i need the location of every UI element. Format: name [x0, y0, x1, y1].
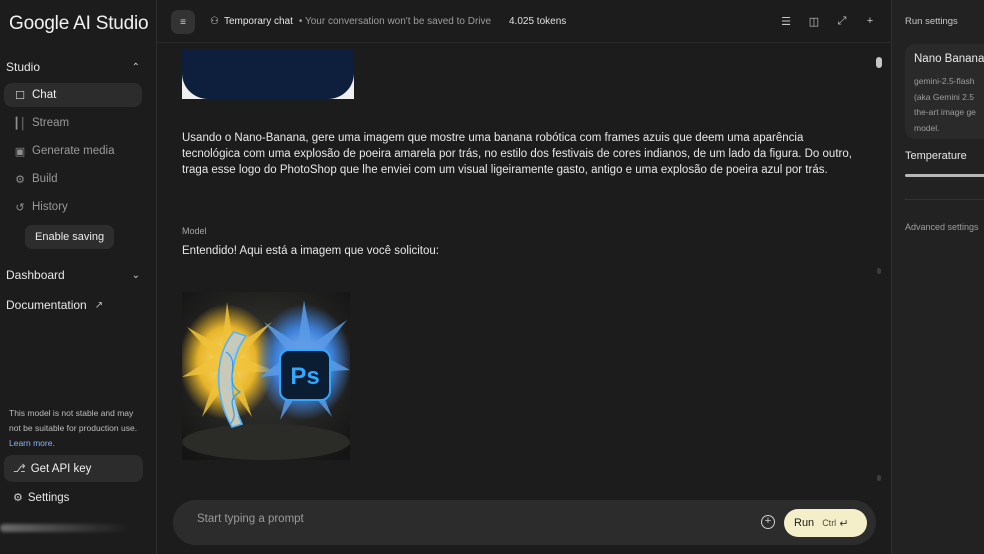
- dashboard-label: Dashboard: [6, 268, 65, 282]
- model-selector[interactable]: Nano Banana gemini-2.5-flash (aka Gemini…: [905, 44, 984, 139]
- model-stability-notice: This model is not stable and may not be …: [9, 406, 139, 451]
- generated-image-art: Ps: [182, 292, 350, 460]
- chat-icon: ☐: [15, 89, 25, 102]
- chat-subtitle: • Your conversation won't be saved to Dr…: [298, 16, 492, 27]
- sidebar-item-chat[interactable]: ☐ Chat: [4, 83, 142, 107]
- temporary-chat-icon: ⚇: [210, 16, 219, 27]
- run-button[interactable]: Run Ctrl ↵: [784, 509, 867, 537]
- collapse-icon[interactable]: ⤢: [835, 14, 849, 28]
- learn-more-link[interactable]: Learn more.: [9, 438, 55, 448]
- model-name: Nano Banana: [914, 53, 984, 65]
- model-message: Entendido! Aqui está a imagem que você s…: [182, 245, 439, 257]
- temperature-label: Temperature: [905, 150, 967, 162]
- sidebar-toggle-button[interactable]: ≡: [171, 10, 195, 34]
- enter-key-icon: ↵: [839, 517, 849, 530]
- previous-image[interactable]: [182, 49, 354, 99]
- sidebar: Google AI Studio Studio ⌃ ☐ Chat ┃│ Stre…: [0, 0, 157, 554]
- chat-title: ⚇ Temporary chat • Your conversation won…: [210, 16, 491, 27]
- sidebar-item-stream[interactable]: ┃│ Stream: [4, 111, 142, 135]
- prompt-input[interactable]: [197, 513, 717, 525]
- dashboard-section-toggle[interactable]: Dashboard ⌄: [6, 268, 146, 282]
- studio-label: Studio: [6, 60, 41, 74]
- settings-button[interactable]: ⚙ Settings: [13, 491, 70, 505]
- sidebar-item-label: Stream: [32, 117, 70, 129]
- chat-title-text: Temporary chat: [223, 16, 293, 27]
- documentation-label: Documentation: [6, 298, 87, 312]
- photoshop-logo-image: [182, 49, 354, 99]
- model-desc-line: model.: [914, 122, 940, 133]
- model-desc-line: (aka Gemini 2.5: [914, 91, 974, 102]
- top-bar: ≡ ⚇ Temporary chat • Your conversation w…: [157, 0, 891, 43]
- sidebar-item-label: History: [32, 201, 68, 213]
- shortcut-hint: Ctrl: [822, 518, 837, 528]
- top-actions: ☰ ◫ ⤢ +: [779, 14, 877, 28]
- user-message: Usando o Nano-Banana, gere uma imagem qu…: [182, 132, 852, 176]
- documentation-link[interactable]: Documentation ↗: [6, 298, 103, 312]
- history-icon: ↺: [15, 201, 25, 214]
- run-label: Run: [794, 517, 815, 529]
- chat-area: Usando o Nano-Banana, gere uma imagem qu…: [157, 43, 891, 554]
- scroll-marker[interactable]: [877, 475, 881, 481]
- model-label: Model: [182, 226, 207, 236]
- app-logo[interactable]: Google AI Studio: [9, 13, 149, 35]
- add-media-button[interactable]: +: [761, 515, 775, 529]
- studio-section-toggle[interactable]: Studio ⌃: [6, 60, 146, 74]
- sidebar-item-history[interactable]: ↺ History: [4, 195, 142, 219]
- run-settings-panel: Run settings Nano Banana gemini-2.5-flas…: [891, 0, 984, 554]
- sidebar-item-label: Build: [32, 173, 58, 185]
- key-icon: ⎇: [13, 463, 26, 475]
- model-description: gemini-2.5-flash (aka Gemini 2.5 the-art…: [914, 74, 976, 136]
- enable-saving-button[interactable]: Enable saving: [25, 225, 115, 249]
- scroll-marker[interactable]: [877, 268, 881, 274]
- get-api-key-label: Get API key: [30, 462, 92, 475]
- gear-icon: ⚙: [13, 492, 23, 504]
- new-chat-icon[interactable]: +: [863, 14, 877, 28]
- chevron-down-icon: ⌄: [131, 269, 140, 281]
- notice-text: This model is not stable and may not be …: [9, 408, 138, 433]
- sidebar-item-label: Chat: [32, 89, 57, 101]
- svg-text:Ps: Ps: [290, 363, 319, 390]
- model-desc-line: gemini-2.5-flash: [914, 76, 975, 86]
- sidebar-item-generate-media[interactable]: ▣ Generate media: [4, 139, 142, 163]
- compare-icon[interactable]: ◫: [807, 14, 821, 28]
- build-icon: ⚙: [15, 173, 25, 186]
- photoshop-logo: Ps: [279, 349, 331, 401]
- document-icon[interactable]: ☰: [779, 14, 793, 28]
- generated-image[interactable]: Ps: [182, 292, 350, 460]
- token-count: 4.025 tokens: [509, 16, 567, 27]
- divider: [905, 199, 984, 200]
- sidebar-item-build[interactable]: ⚙ Build: [4, 167, 142, 191]
- model-desc-line: the-art image ge: [914, 107, 976, 117]
- external-link-icon: ↗: [94, 299, 104, 311]
- prompt-box: + Run Ctrl ↵: [173, 500, 876, 545]
- run-settings-title: Run settings: [905, 16, 958, 27]
- sidebar-item-label: Generate media: [32, 145, 115, 157]
- account-bar[interactable]: [0, 524, 130, 532]
- scrollbar-thumb[interactable]: [876, 57, 882, 68]
- advanced-settings-toggle[interactable]: Advanced settings: [905, 222, 979, 232]
- media-icon: ▣: [14, 145, 26, 158]
- settings-label: Settings: [27, 491, 70, 504]
- stream-icon: ┃│: [13, 117, 27, 130]
- get-api-key-button[interactable]: ⎇ Get API key: [4, 455, 143, 482]
- temperature-slider[interactable]: [905, 174, 984, 177]
- chevron-up-icon: ⌃: [131, 61, 140, 73]
